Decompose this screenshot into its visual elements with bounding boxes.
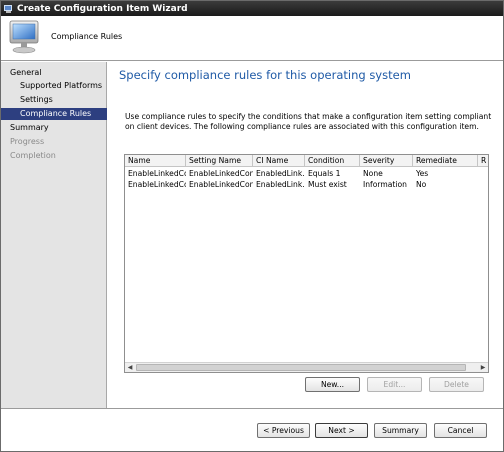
page-heading: Specify compliance rules for this operat… (119, 68, 411, 82)
cell-remediate: No (416, 180, 427, 189)
wizard-content: Specify compliance rules for this operat… (108, 62, 503, 408)
cell-condition: Equals 1 (308, 169, 341, 178)
wizard-nav: General Supported Platforms Settings Com… (1, 62, 107, 408)
table-row[interactable]: EnableLinkedCo... EnableLinkedCon... Ena… (125, 168, 488, 179)
cell-severity: None (363, 169, 383, 178)
column-header-name[interactable]: Name (125, 155, 186, 167)
computer-monitor-icon (9, 20, 39, 54)
compliance-rules-list[interactable]: Name Setting Name CI Name Condition Seve… (124, 154, 489, 373)
header-title: Compliance Rules (51, 32, 123, 41)
cell-name: EnableLinkedCo... (128, 169, 186, 178)
cell-setting-name: EnableLinkedCon... (189, 180, 253, 189)
nav-item-summary[interactable]: Summary (1, 122, 107, 134)
column-header-condition[interactable]: Condition (305, 155, 360, 167)
next-button[interactable]: Next > (315, 423, 368, 438)
column-header-setting-name[interactable]: Setting Name (186, 155, 253, 167)
nav-item-supported-platforms[interactable]: Supported Platforms (1, 80, 107, 92)
summary-button[interactable]: Summary (374, 423, 427, 438)
nav-item-compliance-rules[interactable]: Compliance Rules (1, 108, 107, 120)
cell-remediate: Yes (416, 169, 429, 178)
window-title: Create Configuration Item Wizard (17, 3, 188, 14)
table-row[interactable]: EnableLinkedCo... EnableLinkedCon... Ena… (125, 179, 488, 190)
column-header-remediate[interactable]: Remediate (413, 155, 478, 167)
column-header-ci-name[interactable]: CI Name (253, 155, 305, 167)
wizard-header: Compliance Rules (1, 16, 503, 61)
scrollbar-thumb[interactable] (136, 364, 466, 371)
cell-setting-name: EnableLinkedCon... (189, 169, 253, 178)
column-header-r[interactable]: R (478, 155, 488, 167)
cell-name: EnableLinkedCo... (128, 180, 186, 189)
edit-button[interactable]: Edit... (367, 377, 422, 392)
new-button[interactable]: New... (305, 377, 360, 392)
cell-ci-name: EnabledLink... (256, 180, 305, 189)
nav-item-progress: Progress (10, 137, 45, 146)
nav-item-completion: Completion (10, 151, 56, 160)
cell-severity: Information (363, 180, 407, 189)
scroll-left-icon[interactable]: ◀ (125, 363, 135, 372)
title-bar[interactable]: Create Configuration Item Wizard (1, 1, 503, 16)
cancel-button[interactable]: Cancel (434, 423, 487, 438)
wizard-footer: < Previous Next > Summary Cancel (1, 409, 503, 451)
previous-button[interactable]: < Previous (257, 423, 310, 438)
horizontal-scrollbar[interactable]: ◀ ▶ (125, 362, 488, 372)
cell-condition: Must exist (308, 180, 347, 189)
wizard-window: Create Configuration Item Wizard Complia… (0, 0, 504, 452)
nav-item-settings[interactable]: Settings (1, 94, 107, 106)
page-description: Use compliance rules to specify the cond… (125, 112, 492, 131)
delete-button[interactable]: Delete (429, 377, 484, 392)
scroll-right-icon[interactable]: ▶ (478, 363, 488, 372)
list-header: Name Setting Name CI Name Condition Seve… (125, 155, 488, 167)
computer-icon (4, 4, 14, 14)
cell-ci-name: EnabledLink... (256, 169, 305, 178)
nav-item-general[interactable]: General (1, 67, 107, 79)
column-header-severity[interactable]: Severity (360, 155, 413, 167)
